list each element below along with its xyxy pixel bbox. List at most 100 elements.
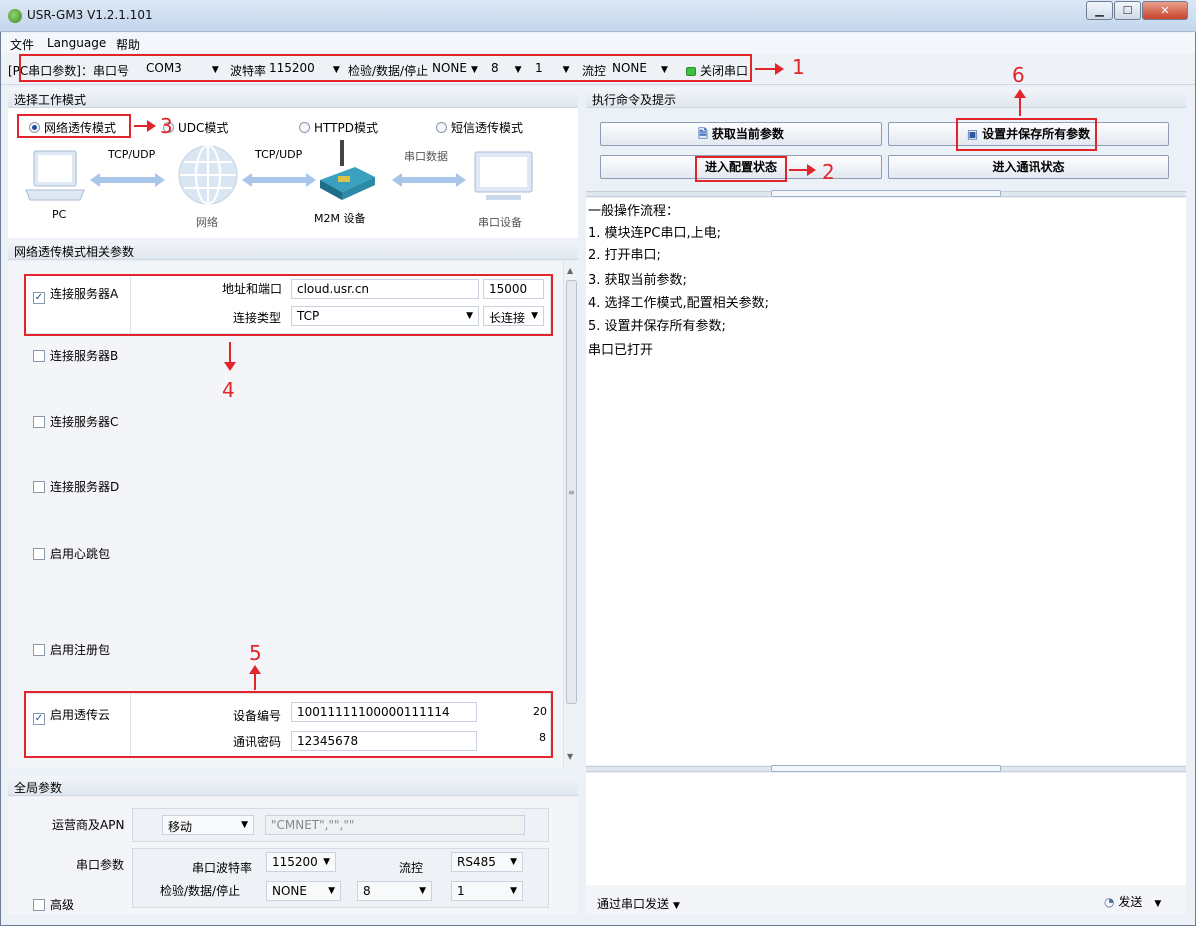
menu-help[interactable]: 帮助 xyxy=(116,36,140,53)
chevron-down-icon: ▼ xyxy=(328,886,335,896)
mode-httpd[interactable]: HTTPD模式 xyxy=(299,119,378,136)
net-params-scrollbar[interactable]: ▲ ≡ ▼ xyxy=(563,262,578,768)
enter-comm-button[interactable]: 进入通讯状态 xyxy=(888,155,1169,179)
global-flow-label: 流控 xyxy=(399,861,424,875)
serial-params-label-global: 串口参数 xyxy=(76,858,125,872)
chevron-down-icon: ▼ xyxy=(1154,899,1162,909)
log-line: 2. 打开串口; xyxy=(588,248,661,263)
bottom-splitter[interactable] xyxy=(586,765,1186,772)
port-input[interactable]: 15000 xyxy=(483,279,544,299)
enter-config-button[interactable]: 进入配置状态 xyxy=(600,155,882,179)
get-params-button[interactable]: 🗎 获取当前参数 xyxy=(600,122,882,146)
device-id-length: 20 xyxy=(533,705,547,718)
annotation-label-6: 6 xyxy=(1012,63,1025,87)
flow-select[interactable]: NONE ▼ xyxy=(612,61,668,79)
radio-icon xyxy=(299,122,310,133)
annotation-label-4: 4 xyxy=(222,378,235,402)
heartbeat-checkbox[interactable]: 启用心跳包 xyxy=(33,545,110,562)
scroll-down-icon[interactable]: ▼ xyxy=(567,752,573,761)
global-flow-select[interactable]: RS485 ▼ xyxy=(451,852,523,872)
server-d-checkbox[interactable]: 连接服务器D xyxy=(33,478,119,495)
splitter-grip[interactable] xyxy=(771,765,1001,772)
advanced-checkbox[interactable]: 高级 xyxy=(33,896,74,913)
send-icon: ◔ xyxy=(1104,895,1115,909)
chevron-down-icon: ▼ xyxy=(531,311,538,321)
check-icon xyxy=(33,481,45,493)
mode-udc[interactable]: UDC模式 xyxy=(163,119,228,136)
global-stopbits-select[interactable]: 1 ▼ xyxy=(451,881,523,901)
log-line: 3. 获取当前参数; xyxy=(588,273,687,288)
stopbits-select[interactable]: 1 ▼ xyxy=(535,61,570,79)
conn-type-label: 连接类型 xyxy=(233,311,282,325)
log-line: 一般操作流程： xyxy=(588,204,680,219)
send-via-select[interactable]: 通过串口发送 ▼ xyxy=(597,895,680,912)
mode-network[interactable]: 网络透传模式 xyxy=(29,119,116,136)
conn-type-select[interactable]: TCP ▼ xyxy=(291,306,479,326)
global-parity-select[interactable]: NONE ▼ xyxy=(266,881,341,901)
check-label: 检验/数据/停止 xyxy=(348,64,429,78)
menu-file[interactable]: 文件 xyxy=(10,36,34,53)
title-bar: USR-GM3 V1.2.1.101 ▁ ☐ ✕ xyxy=(0,0,1196,32)
annotation-label-1: 1 xyxy=(792,55,805,79)
password-label: 通讯密码 xyxy=(233,735,282,749)
port-select[interactable]: COM3 ▼ xyxy=(146,61,219,79)
maximize-button[interactable]: ☐ xyxy=(1114,1,1141,20)
check-icon xyxy=(33,644,45,656)
parity-select[interactable]: NONE ▼ xyxy=(432,61,478,79)
pc-icon xyxy=(25,150,85,201)
close-button[interactable]: ✕ xyxy=(1142,1,1188,20)
annotation-arrow-6 xyxy=(1014,89,1026,116)
magnifier-doc-icon: 🗎 xyxy=(698,127,708,141)
cloud-checkbox[interactable]: ✓ 启用透传云 xyxy=(33,706,110,725)
apn-label: 运营商及APN xyxy=(52,818,125,832)
log-line: 1. 模块连PC串口,上电; xyxy=(588,226,721,241)
server-c-checkbox[interactable]: 连接服务器C xyxy=(33,413,118,430)
server-a-checkbox[interactable]: ✓ 连接服务器A xyxy=(33,285,118,304)
device-id-label: 设备编号 xyxy=(233,709,282,723)
menu-bar: 文件 Language 帮助 xyxy=(1,33,1195,53)
diagram-network-label: 网络 xyxy=(196,216,218,229)
baud-select[interactable]: 115200 ▼ xyxy=(269,61,340,79)
check-icon xyxy=(33,899,45,911)
diagram-tcp-label-2: TCP/UDP xyxy=(255,148,303,161)
device-id-input[interactable]: 10011111100000111114 xyxy=(291,702,477,722)
conn-mode-select[interactable]: 长连接 ▼ xyxy=(483,306,544,326)
apn-input[interactable]: "CMNET","","" xyxy=(265,815,525,835)
server-b-checkbox[interactable]: 连接服务器B xyxy=(33,347,118,364)
carrier-select[interactable]: 移动 ▼ xyxy=(162,815,254,835)
check-icon: ✓ xyxy=(33,713,45,725)
annotation-arrow-5 xyxy=(249,665,261,690)
close-port-button[interactable]: 关闭串口 xyxy=(686,62,748,79)
chevron-down-icon: ▼ xyxy=(419,886,426,896)
serial-device-icon xyxy=(474,151,533,200)
menu-language[interactable]: Language xyxy=(47,36,106,50)
globe-icon xyxy=(178,145,238,205)
chevron-down-icon: ▼ xyxy=(241,820,248,830)
addr-label: 地址和端口 xyxy=(222,282,283,296)
annotation-arrow-1 xyxy=(755,63,784,75)
global-baud-select[interactable]: 115200 ▼ xyxy=(266,852,336,872)
send-button[interactable]: ◔ 发送 ▼ xyxy=(1104,893,1161,910)
global-databits-select[interactable]: 8 ▼ xyxy=(357,881,432,901)
password-input[interactable]: 12345678 xyxy=(291,731,477,751)
send-input-area[interactable] xyxy=(586,773,1186,885)
annotation-label-2: 2 xyxy=(822,160,835,184)
radio-icon xyxy=(436,122,447,133)
databits-select[interactable]: 8 ▼ xyxy=(491,61,522,79)
check-icon xyxy=(33,416,45,428)
check-icon xyxy=(33,548,45,560)
addr-input[interactable]: cloud.usr.cn xyxy=(291,279,479,299)
m2m-device-icon xyxy=(320,140,375,200)
minimize-button[interactable]: ▁ xyxy=(1086,1,1113,20)
top-splitter[interactable] xyxy=(586,190,1186,197)
chevron-down-icon: ▼ xyxy=(510,857,517,867)
divider xyxy=(130,693,131,757)
annotation-arrow-2 xyxy=(789,164,816,176)
chevron-down-icon: ▼ xyxy=(510,886,517,896)
radio-icon xyxy=(29,122,40,133)
register-checkbox[interactable]: 启用注册包 xyxy=(33,641,110,658)
save-params-button[interactable]: ▣ 设置并保存所有参数 xyxy=(888,122,1169,146)
mode-sms[interactable]: 短信透传模式 xyxy=(436,119,523,136)
scroll-up-icon[interactable]: ▲ xyxy=(567,266,573,275)
splitter-grip[interactable] xyxy=(771,190,1001,197)
